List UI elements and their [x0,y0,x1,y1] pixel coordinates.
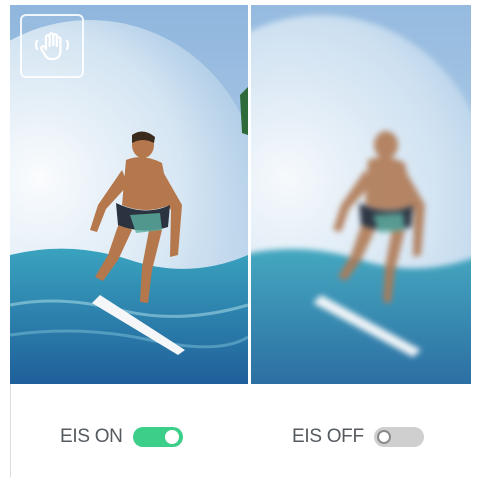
eis-on-label: EIS ON [60,426,123,447]
eis-off-toggle-row: EIS OFF [292,424,424,450]
eis-on-toggle[interactable] [132,427,183,447]
surfer-photo-blurred [251,5,471,384]
toggle-knob [164,430,179,444]
gesture-control-badge [20,14,84,78]
toggle-knob [376,430,391,444]
eis-off-toggle[interactable] [373,427,424,447]
eis-off-image [251,5,471,384]
eis-off-label: EIS OFF [292,426,364,447]
eis-on-toggle-row: EIS ON [60,424,183,450]
card-divider [10,384,11,477]
hand-gesture-icon [34,32,70,61]
